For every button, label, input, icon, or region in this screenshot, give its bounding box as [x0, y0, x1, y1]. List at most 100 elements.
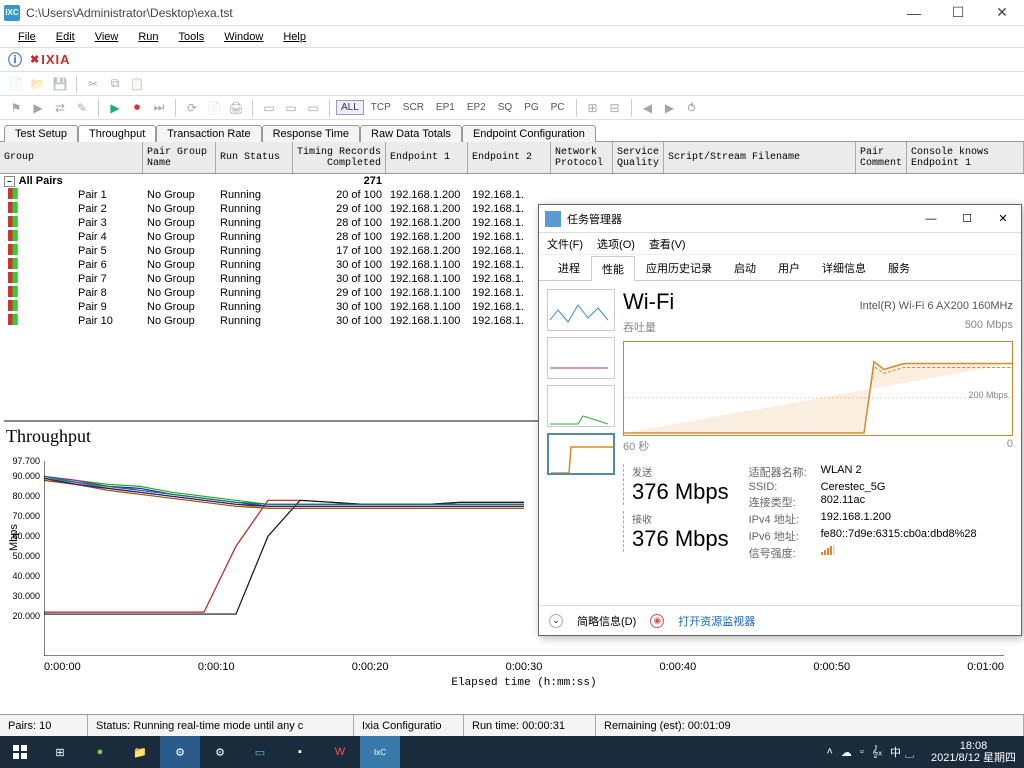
menu-run[interactable]: Run [128, 29, 168, 45]
pair-icon[interactable]: ⇄ [50, 98, 70, 118]
chevron-down-icon[interactable]: ⌄ [549, 614, 563, 628]
thumb-cpu[interactable] [547, 289, 615, 331]
tm-tab-details[interactable]: 详细信息 [811, 255, 877, 280]
app2-icon[interactable]: ▭ [240, 736, 280, 768]
col-console[interactable]: Console knows Endpoint 1 [907, 142, 1024, 173]
taskmgr-maximize[interactable]: ☐ [949, 205, 985, 233]
cut-icon[interactable]: ✂ [83, 74, 103, 94]
tm-tab-processes[interactable]: 进程 [547, 255, 591, 280]
filter-scr[interactable]: SCR [398, 100, 429, 115]
menu-file[interactable]: File [8, 29, 46, 45]
tm-tab-services[interactable]: 服务 [877, 255, 921, 280]
minimize-button[interactable]: — [892, 0, 936, 26]
play-icon[interactable]: ▶ [105, 98, 125, 118]
filter-ep1[interactable]: EP1 [431, 100, 460, 115]
tab-transaction-rate[interactable]: Transaction Rate [156, 125, 261, 142]
thumb-wifi[interactable] [547, 433, 615, 475]
new-icon[interactable]: 📄 [6, 74, 26, 94]
taskmgr-minimize[interactable]: — [913, 205, 949, 233]
filter-sq[interactable]: SQ [493, 100, 517, 115]
col-quality[interactable]: Service Quality [613, 142, 664, 173]
thumb-disk[interactable] [547, 385, 615, 427]
taskbar-clock[interactable]: 18:08 2021/8/12 星期四 [923, 740, 1016, 764]
col-timing[interactable]: Timing Records Completed [293, 142, 386, 173]
app1-icon[interactable]: ⚙ [160, 736, 200, 768]
skip-icon[interactable]: ⏭ [149, 98, 169, 118]
table-row[interactable]: Pair 1 No Group Running 20 of 100 192.16… [0, 188, 1024, 202]
left-icon[interactable]: ◀ [638, 98, 658, 118]
tray-up-icon[interactable]: ˄ [826, 746, 832, 758]
p3-icon[interactable]: ▭ [303, 98, 323, 118]
menu-tools[interactable]: Tools [169, 29, 215, 45]
menu-window[interactable]: Window [214, 29, 273, 45]
col-script[interactable]: Script/Stream Filename [664, 142, 856, 173]
tray-ime[interactable]: 中 ␣ [890, 744, 915, 760]
paste-icon[interactable]: 📋 [127, 74, 147, 94]
tray-volume-icon[interactable]: 𝄞ₓ [872, 746, 882, 759]
collapse-icon[interactable]: ⊟ [605, 98, 625, 118]
col-ep2[interactable]: Endpoint 2 [468, 142, 551, 173]
filter-tcp[interactable]: TCP [366, 100, 396, 115]
tray-app-icon[interactable]: ▫ [860, 746, 864, 758]
col-comment[interactable]: Pair Comment [856, 142, 907, 173]
settings-icon[interactable]: ⚙ [200, 736, 240, 768]
taskmgr-tabs: 进程 性能 应用历史记录 启动 用户 详细信息 服务 [539, 255, 1021, 281]
help-icon[interactable]: ⓘ [8, 50, 22, 70]
brief-info-link[interactable]: 简略信息(D) [577, 613, 636, 629]
explorer-icon[interactable]: 📁 [120, 736, 160, 768]
flag-icon[interactable]: ⚑ [6, 98, 26, 118]
stop-icon[interactable]: ⏺ [127, 98, 147, 118]
tab-test-setup[interactable]: Test Setup [4, 125, 78, 142]
sync-icon[interactable]: ⟳ [182, 98, 202, 118]
col-ep1[interactable]: Endpoint 1 [386, 142, 468, 173]
thumb-memory[interactable] [547, 337, 615, 379]
loop-icon[interactable]: ⥀ [682, 98, 702, 118]
expand-icon[interactable]: ⊞ [583, 98, 603, 118]
browser-icon[interactable]: ● [80, 736, 120, 768]
ixchariot-icon[interactable]: IxC [360, 736, 400, 768]
open-resmon-link[interactable]: 打开资源监视器 [678, 613, 755, 629]
wps-icon[interactable]: W [320, 736, 360, 768]
taskmgr-menu-options[interactable]: 选项(O) [597, 236, 635, 252]
menu-edit[interactable]: Edit [46, 29, 85, 45]
taskmgr-titlebar: 任务管理器 — ☐ ✕ [539, 205, 1021, 233]
p2-icon[interactable]: ▭ [281, 98, 301, 118]
filter-ep2[interactable]: EP2 [462, 100, 491, 115]
tab-throughput[interactable]: Throughput [78, 125, 156, 142]
col-pair-group[interactable]: Pair Group Name [143, 142, 216, 173]
doc-icon[interactable]: 📄 [204, 98, 224, 118]
menu-help[interactable]: Help [273, 29, 316, 45]
edit-icon[interactable]: ✎ [72, 98, 92, 118]
tray-cloud-icon[interactable]: ☁ [841, 746, 852, 759]
tm-tab-performance[interactable]: 性能 [591, 256, 635, 281]
tm-tab-apphistory[interactable]: 应用历史记录 [635, 255, 723, 280]
p1-icon[interactable]: ▭ [259, 98, 279, 118]
taskmgr-menu-view[interactable]: 查看(V) [649, 236, 686, 252]
tab-response-time[interactable]: Response Time [262, 125, 360, 142]
filter-pc[interactable]: PC [546, 100, 570, 115]
save-icon[interactable]: 💾 [50, 74, 70, 94]
col-run-status[interactable]: Run Status [216, 142, 293, 173]
print-icon[interactable]: 🖨 [226, 98, 246, 118]
open-icon[interactable]: 📂 [28, 74, 48, 94]
all-pairs-row[interactable]: −All Pairs 271 [0, 174, 1024, 188]
close-button[interactable]: ✕ [980, 0, 1024, 26]
tm-tab-users[interactable]: 用户 [767, 255, 811, 280]
taskmgr-menu-file[interactable]: 文件(F) [547, 236, 583, 252]
start-button[interactable] [0, 736, 40, 768]
taskmgr-close[interactable]: ✕ [985, 205, 1021, 233]
terminal-icon[interactable]: ▪ [280, 736, 320, 768]
maximize-button[interactable]: ☐ [936, 0, 980, 26]
tab-raw-data-totals[interactable]: Raw Data Totals [360, 125, 462, 142]
right-icon[interactable]: ▶ [660, 98, 680, 118]
tm-tab-startup[interactable]: 启动 [723, 255, 767, 280]
copy-icon[interactable]: ⧉ [105, 74, 125, 94]
filter-all[interactable]: ALL [336, 100, 364, 115]
col-protocol[interactable]: Network Protocol [551, 142, 613, 173]
menu-view[interactable]: View [85, 29, 129, 45]
taskview-icon[interactable]: ⊞ [40, 736, 80, 768]
col-group[interactable]: Group [0, 142, 143, 173]
run-icon[interactable]: ▶ [28, 98, 48, 118]
tab-endpoint-config[interactable]: Endpoint Configuration [462, 125, 596, 142]
filter-pg[interactable]: PG [519, 100, 543, 115]
